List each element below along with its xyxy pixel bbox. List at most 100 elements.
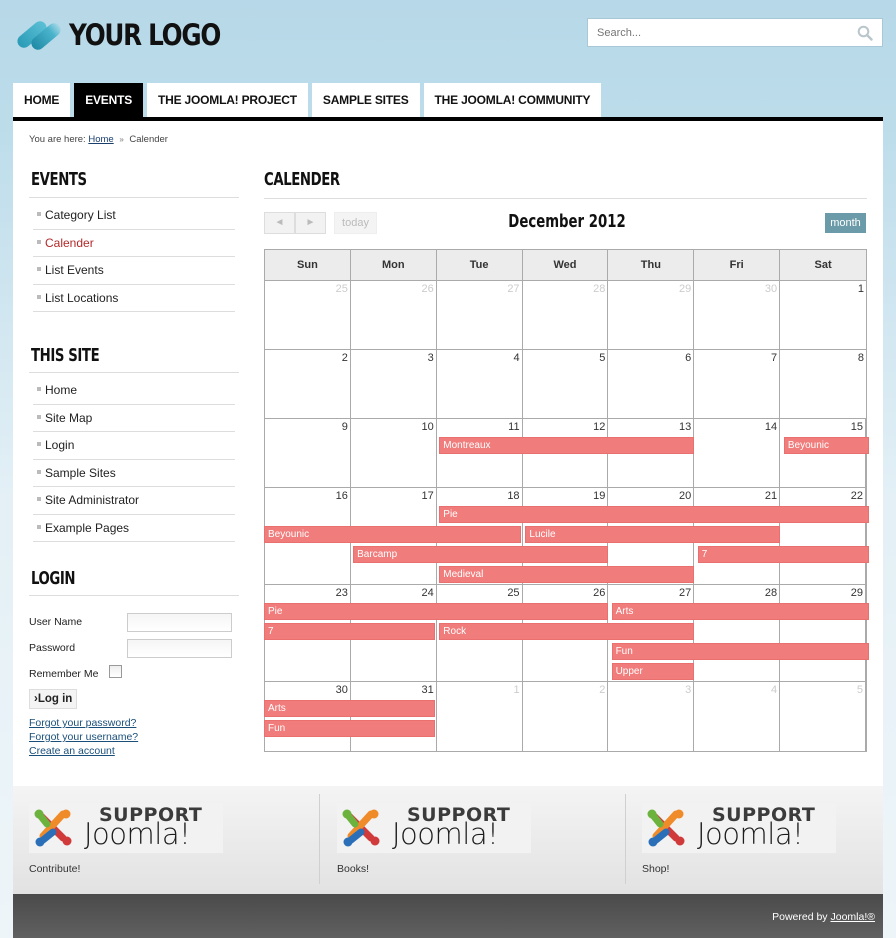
site-menu-sample-sites[interactable]: Sample Sites	[33, 460, 235, 487]
calendar-day-cell[interactable]: 10	[351, 419, 437, 487]
username-input[interactable]	[127, 613, 232, 632]
calendar-day-cell[interactable]: 14	[694, 419, 781, 487]
password-input[interactable]	[127, 639, 232, 658]
events-menu-calender[interactable]: Calender	[33, 230, 235, 257]
events-menu-category-list[interactable]: Category List	[33, 202, 235, 230]
calendar-event[interactable]: Lucile	[525, 526, 780, 543]
breadcrumb-home-link[interactable]: Home	[88, 134, 113, 145]
calendar-event[interactable]: Beyounic	[783, 437, 869, 454]
day-number: 23	[335, 587, 348, 599]
day-number: 7	[771, 352, 778, 364]
calendar-event[interactable]: Rock	[439, 623, 694, 640]
weekday-mon: Mon	[350, 250, 437, 280]
calendar-event[interactable]: Fun	[264, 720, 436, 737]
today-button[interactable]: today	[334, 212, 377, 234]
calendar-event[interactable]: Pie	[439, 506, 869, 523]
site-menu-site-map[interactable]: Site Map	[33, 405, 235, 432]
joomla-icon	[342, 809, 380, 847]
calendar-week-row: 9 10 11 12 13 14 15 Montreaux Beyounic	[264, 418, 869, 487]
calendar-event[interactable]: Upper	[611, 663, 694, 680]
main-content: You are here: Home » Calender EVENTS Cat…	[13, 121, 883, 786]
calendar-page-title: CALENDER	[264, 169, 340, 190]
calendar-day-cell[interactable]: 2	[265, 350, 351, 418]
day-number: 28	[764, 587, 778, 599]
calendar-day-cell[interactable]: 8	[780, 350, 866, 418]
calendar-day-cell[interactable]: 1	[780, 281, 866, 349]
calendar-event[interactable]: Pie	[264, 603, 608, 620]
calendar-event[interactable]: 7	[697, 546, 869, 563]
day-number: 27	[679, 587, 692, 599]
site-menu-home[interactable]: Home	[33, 377, 235, 405]
create-account-link[interactable]: Create an account	[29, 745, 115, 757]
support-joomla-banner[interactable]: SUPPORT Joomla!	[29, 803, 223, 853]
day-number: 18	[507, 490, 520, 502]
nav-item-joomla-community[interactable]: THE JOOMLA! COMMUNITY	[423, 83, 602, 117]
next-month-button[interactable]: ►	[295, 212, 326, 234]
calendar-event[interactable]: 7	[264, 623, 436, 640]
support-joomla-banner[interactable]: SUPPORT Joomla!	[642, 803, 836, 853]
this-site-module-title: THIS SITE	[31, 345, 100, 366]
calendar-day-cell[interactable]: 28	[523, 281, 609, 349]
calendar-event[interactable]: Arts	[611, 603, 869, 620]
calendar-event[interactable]: Barcamp	[353, 546, 608, 563]
nav-item-events[interactable]: EVENTS	[74, 83, 144, 117]
calendar-day-cell[interactable]: 5	[523, 350, 609, 418]
site-menu-site-administrator[interactable]: Site Administrator	[33, 487, 235, 515]
calendar-day-cell[interactable]: 26	[351, 281, 437, 349]
calendar-day-cell[interactable]: 4	[437, 350, 523, 418]
weekday-tue: Tue	[436, 250, 523, 280]
events-menu-list-locations[interactable]: List Locations	[33, 285, 235, 312]
calendar-day-cell[interactable]: 29	[608, 281, 695, 349]
banner-joomla-text: Joomla!	[84, 817, 191, 851]
calendar-day-cell[interactable]: 28	[694, 585, 781, 681]
day-number: 12	[593, 421, 606, 433]
events-menu: Category List Calender List Events List …	[33, 202, 235, 312]
calendar-event[interactable]: Medieval	[439, 566, 694, 583]
this-site-menu: Home Site Map Login Sample Sites Site Ad…	[33, 377, 235, 542]
calendar-day-cell[interactable]: 30	[694, 281, 781, 349]
calendar-day-cell[interactable]: 3	[351, 350, 437, 418]
calendar-day-cell[interactable]: 3	[608, 682, 695, 751]
calendar-day-cell[interactable]: 9	[265, 419, 351, 487]
calendar-event[interactable]: Montreaux	[439, 437, 694, 454]
calendar-event[interactable]: Arts	[264, 700, 436, 717]
prev-month-button[interactable]: ◄	[264, 212, 295, 234]
calendar-day-cell[interactable]: 27	[437, 281, 523, 349]
search-input[interactable]	[588, 26, 848, 39]
day-number: 27	[507, 283, 520, 295]
nav-item-sample-sites[interactable]: SAMPLE SITES	[311, 83, 420, 117]
logo-icon	[14, 18, 64, 53]
joomla-link[interactable]: Joomla!®	[830, 911, 875, 923]
support-joomla-banner[interactable]: SUPPORT Joomla!	[337, 803, 531, 853]
calendar-event[interactable]: Beyounic	[264, 526, 522, 543]
calendar-event[interactable]: Fun	[611, 643, 869, 660]
day-number: 17	[421, 490, 434, 502]
calendar-day-cell[interactable]: 22	[780, 488, 866, 584]
month-view-button[interactable]: month	[825, 213, 866, 233]
calendar-day-cell[interactable]: 6	[608, 350, 695, 418]
site-menu-example-pages[interactable]: Example Pages	[33, 515, 235, 542]
calendar-day-cell[interactable]: 25	[265, 281, 351, 349]
site-menu-login[interactable]: Login	[33, 432, 235, 460]
forgot-username-link[interactable]: Forgot your username?	[29, 731, 138, 743]
forgot-password-link[interactable]: Forgot your password?	[29, 717, 136, 729]
site-logo[interactable]: YOUR LOGO	[14, 17, 247, 53]
powered-by-text: Powered by	[772, 911, 828, 923]
day-number: 24	[421, 587, 434, 599]
calendar-week-row: 2 3 4 5 6 7 8	[264, 349, 867, 418]
search-icon[interactable]	[857, 25, 873, 41]
calendar-day-cell[interactable]: 7	[694, 350, 781, 418]
nav-item-joomla-project[interactable]: THE JOOMLA! PROJECT	[147, 83, 308, 117]
calendar-day-cell[interactable]: 4	[694, 682, 781, 751]
calendar-day-cell[interactable]: 5	[780, 682, 866, 751]
login-button[interactable]: ›Log in	[29, 689, 78, 709]
calendar-day-cell[interactable]: 1	[437, 682, 523, 751]
remember-me-checkbox[interactable]	[109, 665, 122, 678]
calendar-day-cell[interactable]: 29	[780, 585, 866, 681]
calendar-day-cell[interactable]: 2	[523, 682, 609, 751]
caret-left-icon: ◄	[274, 217, 285, 228]
events-menu-list-events[interactable]: List Events	[33, 257, 235, 285]
bottom-footer-bar: Powered by Joomla!®	[13, 894, 883, 938]
day-number: 2	[599, 684, 606, 696]
nav-item-home[interactable]: HOME	[13, 83, 71, 117]
